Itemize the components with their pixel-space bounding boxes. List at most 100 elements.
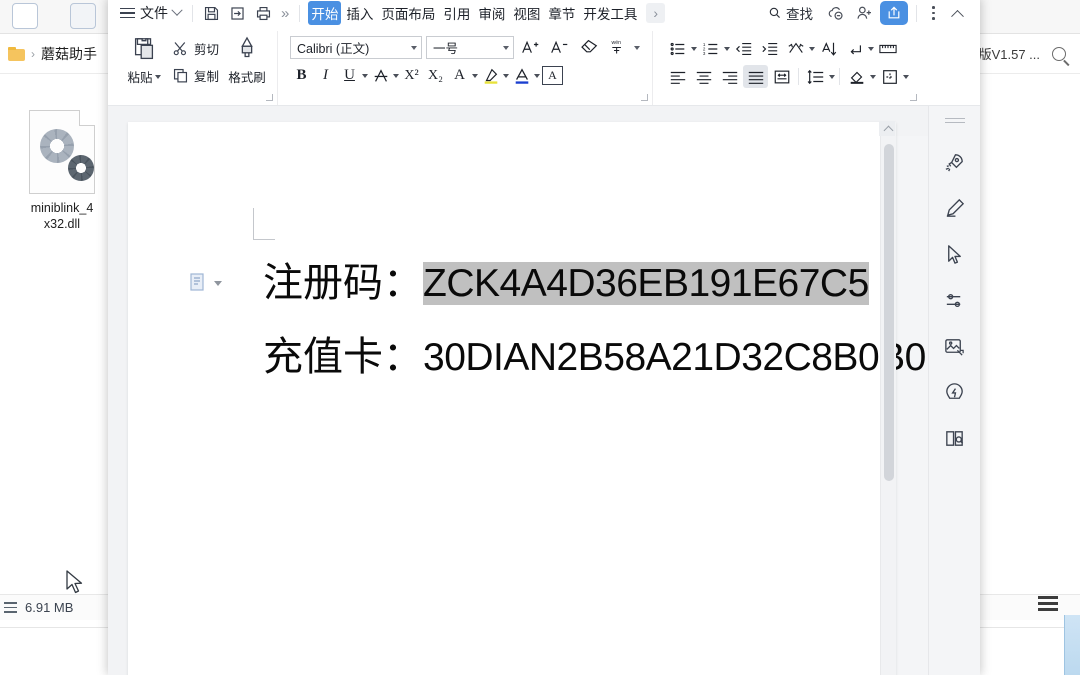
smart-layout-button[interactable] <box>783 37 808 60</box>
tab-developer-tools[interactable]: 开发工具 <box>580 1 640 25</box>
highlight-caret-icon[interactable] <box>503 73 510 78</box>
paste-label: 粘贴 <box>127 71 153 85</box>
subscript-button[interactable]: X₂ <box>424 64 447 87</box>
chevron-up-icon[interactable] <box>944 1 970 25</box>
lightning-idea-icon[interactable] <box>942 379 968 405</box>
book-search-icon[interactable] <box>942 425 968 451</box>
tab-start[interactable]: 开始 <box>308 1 342 25</box>
bullet-list-button[interactable] <box>665 37 690 60</box>
desktop-file-item[interactable]: miniblink_4 x32.dll <box>14 110 110 232</box>
pinyin-caret-icon[interactable] <box>634 45 641 50</box>
chevron-down-icon[interactable] <box>214 280 222 286</box>
cursor-select-icon[interactable] <box>942 241 968 267</box>
tab-page-layout[interactable]: 页面布局 <box>378 1 438 25</box>
tab-view[interactable]: 视图 <box>510 1 543 25</box>
decrease-indent-button[interactable] <box>731 37 756 60</box>
numbered-list-button[interactable]: 1 2 3 <box>698 37 723 60</box>
paste-label-wrap: 粘贴 <box>127 67 161 86</box>
character-border-button[interactable]: A <box>541 64 564 87</box>
document-scrollbar[interactable] <box>879 121 896 675</box>
explorer-tab-1[interactable] <box>12 3 38 29</box>
tab-section[interactable]: 章节 <box>545 1 578 25</box>
add-user-icon[interactable] <box>851 1 877 25</box>
font-dialog-launcher[interactable] <box>641 94 649 101</box>
shading-button[interactable] <box>844 65 869 88</box>
align-justify-button[interactable] <box>743 65 769 88</box>
align-right-button[interactable] <box>717 65 742 88</box>
tab-review[interactable]: 审阅 <box>475 1 508 25</box>
strikethrough-button[interactable] <box>369 64 392 87</box>
pen-icon[interactable] <box>942 195 968 221</box>
smart-layout-caret-icon[interactable] <box>809 46 816 51</box>
text-effect-button[interactable]: A <box>448 64 471 87</box>
tabs-overflow-button[interactable]: › <box>646 3 666 23</box>
pinyin-guide-icon[interactable]: wén <box>605 36 630 59</box>
font-color-button[interactable] <box>510 64 533 87</box>
rocket-icon[interactable] <box>942 149 968 175</box>
export-pdf-icon[interactable] <box>224 1 250 25</box>
align-left-button[interactable] <box>665 65 690 88</box>
copy-button[interactable]: 复制 <box>168 63 223 87</box>
breadcrumb-current-folder[interactable]: 蘑菇助手 <box>41 44 97 64</box>
borders-caret-icon[interactable] <box>903 74 910 79</box>
drag-handle-icon[interactable] <box>944 118 965 125</box>
paragraph-dialog-launcher[interactable] <box>910 94 918 101</box>
scrollbar-thumb[interactable] <box>884 144 894 481</box>
strikethrough-caret-icon[interactable] <box>393 73 400 78</box>
increase-indent-button[interactable] <box>757 37 782 60</box>
menu-button-right[interactable] <box>1038 596 1058 611</box>
tab-references[interactable]: 引用 <box>440 1 473 25</box>
superscript-button[interactable]: X² <box>400 64 423 87</box>
sort-button[interactable] <box>816 37 841 60</box>
sliders-icon[interactable] <box>942 287 968 313</box>
recharge-card-value[interactable]: 30DIAN2B58A21D32C8B0B0 <box>423 336 926 379</box>
share-icon[interactable] <box>880 1 908 25</box>
file-menu-button[interactable]: 文件 <box>114 0 187 26</box>
format-painter-button[interactable]: 格式刷 <box>223 31 271 86</box>
paste-caret-icon[interactable] <box>154 74 161 79</box>
paste-options-control[interactable] <box>188 272 222 294</box>
bullet-caret-icon[interactable] <box>691 46 698 51</box>
increase-font-icon[interactable] <box>518 36 543 59</box>
font-name-combobox[interactable]: Calibri (正文) <box>290 36 423 59</box>
wps-ribbon: 粘贴 剪切 复制 格式刷 Calibri (正文) 一号 wén B I U X… <box>108 28 980 106</box>
line-spacing-caret-icon[interactable] <box>829 74 836 79</box>
list-view-icon[interactable] <box>4 602 17 613</box>
explorer-tab-2[interactable] <box>70 3 96 29</box>
font-size-combobox[interactable]: 一号 <box>426 36 515 59</box>
quick-access-more-button[interactable]: » <box>276 5 294 22</box>
registration-code-value[interactable]: ZCK4A4D36EB191E67C5 <box>423 262 869 305</box>
bold-button[interactable]: B <box>290 64 313 87</box>
text-effect-caret-icon[interactable] <box>472 73 479 78</box>
italic-button[interactable]: I <box>314 64 337 87</box>
print-icon[interactable] <box>250 1 276 25</box>
decrease-font-icon[interactable] <box>547 36 572 59</box>
cut-button[interactable]: 剪切 <box>168 36 223 60</box>
underline-button[interactable]: U <box>338 64 361 87</box>
image-tools-icon[interactable] <box>942 333 968 359</box>
show-marks-caret-icon[interactable] <box>868 46 875 51</box>
font-row-top: Calibri (正文) 一号 wén <box>290 36 641 59</box>
format-painter-icon <box>241 36 253 58</box>
shading-caret-icon[interactable] <box>870 74 877 79</box>
borders-button[interactable] <box>877 65 902 88</box>
show-paragraph-marks-button[interactable] <box>842 37 867 60</box>
font-color-caret-icon[interactable] <box>534 73 541 78</box>
ruler-button[interactable] <box>875 37 900 60</box>
more-vertical-icon[interactable] <box>925 4 941 22</box>
numbering-caret-icon[interactable] <box>724 46 731 51</box>
clear-format-icon[interactable] <box>576 36 601 59</box>
highlight-button[interactable] <box>479 64 502 87</box>
paste-button[interactable]: 粘贴 <box>120 31 168 86</box>
find-button[interactable]: 查找 <box>762 3 819 23</box>
save-icon[interactable] <box>198 1 224 25</box>
clipboard-dialog-launcher[interactable] <box>266 94 274 101</box>
document-page[interactable]: 注册码：ZCK4A4D36EB191E67C5 充值卡：30DIAN2B58A2… <box>128 121 926 675</box>
search-icon[interactable] <box>1052 47 1066 61</box>
distribute-text-button[interactable] <box>769 65 794 88</box>
underline-caret-icon[interactable] <box>362 73 369 78</box>
cloud-off-icon[interactable] <box>822 1 848 25</box>
tab-insert[interactable]: 插入 <box>343 1 376 25</box>
line-spacing-button[interactable] <box>803 65 828 88</box>
align-center-button[interactable] <box>691 65 716 88</box>
